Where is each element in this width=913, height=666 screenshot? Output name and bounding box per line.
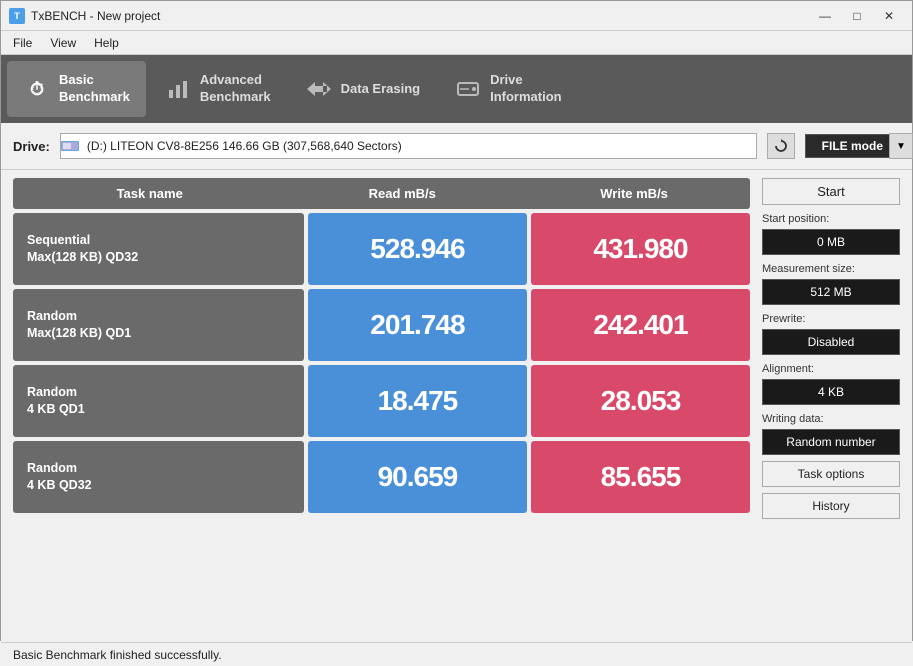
drive-select-value: (D:) LITEON CV8-8E256 146.66 GB (307,568… <box>83 139 406 153</box>
drive-bar: Drive: (D:) LITEON CV8-8E256 146.66 GB (… <box>1 123 912 170</box>
advanced-benchmark-icon <box>164 75 192 103</box>
table-row: RandomMax(128 KB) QD1 201.748 242.401 <box>13 289 750 361</box>
drive-information-label: DriveInformation <box>490 72 562 106</box>
drive-label: Drive: <box>13 139 50 154</box>
drive-type-icon <box>61 139 79 153</box>
close-button[interactable]: ✕ <box>874 6 904 26</box>
status-text: Basic Benchmark finished successfully. <box>13 648 222 662</box>
read-value-0: 528.946 <box>308 213 527 285</box>
title-bar-left: T TxBENCH - New project <box>9 8 160 24</box>
start-button[interactable]: Start <box>762 178 900 205</box>
task-name-3: Random4 KB QD32 <box>13 441 304 513</box>
alignment-label: Alignment: <box>762 363 900 375</box>
drive-select-wrapper[interactable]: (D:) LITEON CV8-8E256 146.66 GB (307,568… <box>60 133 757 159</box>
drive-refresh-button[interactable] <box>767 133 795 159</box>
toolbar: ⏱ BasicBenchmark AdvancedBenchmark Data … <box>1 55 912 123</box>
read-value-1: 201.748 <box>308 289 527 361</box>
read-value-2: 18.475 <box>308 365 527 437</box>
prewrite-label: Prewrite: <box>762 313 900 325</box>
results-section: Task name Read mB/s Write mB/s Sequentia… <box>13 178 750 634</box>
task-name-1: RandomMax(128 KB) QD1 <box>13 289 304 361</box>
start-position-value[interactable]: 0 MB <box>762 229 900 255</box>
data-erasing-label: Data Erasing <box>341 81 420 98</box>
start-position-label: Start position: <box>762 213 900 225</box>
header-task-name: Task name <box>13 178 286 209</box>
data-erasing-icon <box>305 75 333 103</box>
write-value-3: 85.655 <box>531 441 750 513</box>
basic-benchmark-label: BasicBenchmark <box>59 72 130 106</box>
task-name-2: Random4 KB QD1 <box>13 365 304 437</box>
write-value-1: 242.401 <box>531 289 750 361</box>
app-icon: T <box>9 8 25 24</box>
alignment-value[interactable]: 4 KB <box>762 379 900 405</box>
tab-data-erasing[interactable]: Data Erasing <box>289 61 436 117</box>
drive-dropdown-arrow[interactable]: ▼ <box>889 133 913 159</box>
write-value-0: 431.980 <box>531 213 750 285</box>
main-content: Drive: (D:) LITEON CV8-8E256 146.66 GB (… <box>1 123 912 642</box>
writing-data-label: Writing data: <box>762 413 900 425</box>
menu-file[interactable]: File <box>5 34 40 52</box>
writing-data-value[interactable]: Random number <box>762 429 900 455</box>
tab-drive-information[interactable]: DriveInformation <box>438 61 578 117</box>
minimize-button[interactable]: — <box>810 6 840 26</box>
menu-view[interactable]: View <box>42 34 84 52</box>
header-read: Read mB/s <box>286 178 518 209</box>
history-button[interactable]: History <box>762 493 900 519</box>
table-row: Random4 KB QD1 18.475 28.053 <box>13 365 750 437</box>
benchmark-area: Task name Read mB/s Write mB/s Sequentia… <box>1 170 912 642</box>
task-name-0: SequentialMax(128 KB) QD32 <box>13 213 304 285</box>
maximize-button[interactable]: □ <box>842 6 872 26</box>
measurement-size-label: Measurement size: <box>762 263 900 275</box>
right-panel: Start Start position: 0 MB Measurement s… <box>762 178 900 634</box>
table-row: Random4 KB QD32 90.659 85.655 <box>13 441 750 513</box>
basic-benchmark-icon: ⏱ <box>23 75 51 103</box>
write-value-2: 28.053 <box>531 365 750 437</box>
title-bar-title: TxBENCH - New project <box>31 9 160 23</box>
advanced-benchmark-label: AdvancedBenchmark <box>200 72 271 106</box>
tab-advanced-benchmark[interactable]: AdvancedBenchmark <box>148 61 287 117</box>
menu-bar: File View Help <box>1 31 912 55</box>
title-bar-controls: — □ ✕ <box>810 6 904 26</box>
read-value-3: 90.659 <box>308 441 527 513</box>
status-bar: Basic Benchmark finished successfully. <box>1 642 912 666</box>
results-header: Task name Read mB/s Write mB/s <box>13 178 750 209</box>
prewrite-value[interactable]: Disabled <box>762 329 900 355</box>
refresh-icon <box>774 139 788 153</box>
title-bar: T TxBENCH - New project — □ ✕ <box>1 1 912 31</box>
header-write: Write mB/s <box>518 178 750 209</box>
table-row: SequentialMax(128 KB) QD32 528.946 431.9… <box>13 213 750 285</box>
drive-information-icon <box>454 75 482 103</box>
file-mode-button[interactable]: FILE mode <box>805 134 900 158</box>
menu-help[interactable]: Help <box>86 34 127 52</box>
measurement-size-value[interactable]: 512 MB <box>762 279 900 305</box>
tab-basic-benchmark[interactable]: ⏱ BasicBenchmark <box>7 61 146 117</box>
task-options-button[interactable]: Task options <box>762 461 900 487</box>
